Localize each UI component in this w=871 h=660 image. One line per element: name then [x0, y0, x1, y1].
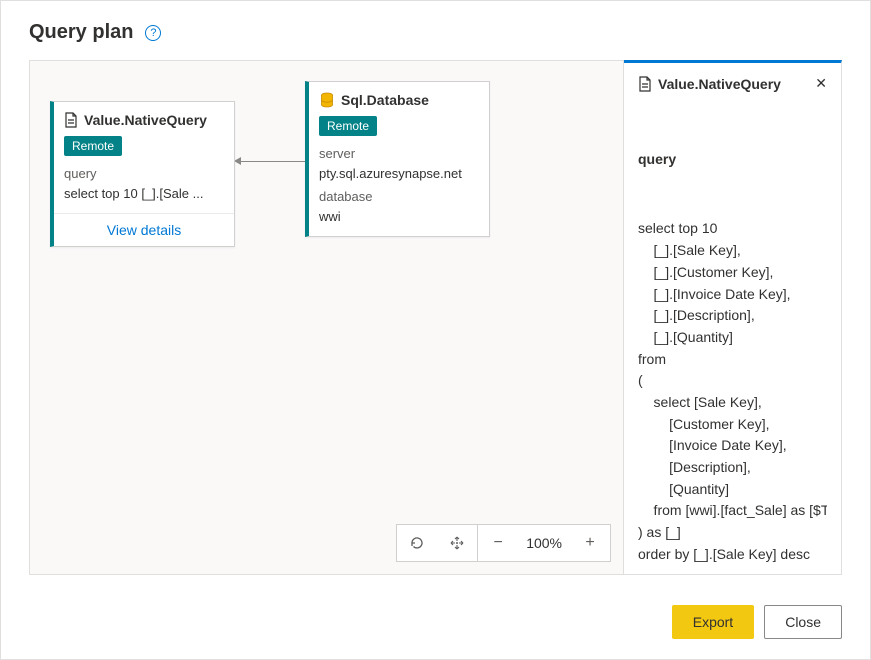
- connector-line: [240, 161, 306, 162]
- dialog-footer: Export Close: [1, 591, 870, 659]
- details-body: query select top 10 [_].[Sale Key], [_].…: [638, 106, 827, 562]
- param-label: query: [64, 164, 224, 184]
- node-title: Value.NativeQuery: [84, 112, 207, 128]
- plan-node-sql-database[interactable]: Sql.Database Remote server pty.sql.azure…: [305, 81, 490, 237]
- node-body: query select top 10 [_].[Sale ...: [54, 164, 234, 213]
- document-icon: [638, 76, 652, 92]
- reset-view-button[interactable]: [397, 525, 437, 561]
- param-value: select top 10 [_].[Sale ...: [64, 184, 224, 204]
- plan-canvas[interactable]: Value.NativeQuery Remote query select to…: [29, 60, 624, 575]
- param-value: pty.sql.azuresynapse.net: [319, 164, 479, 184]
- zoom-out-button[interactable]: −: [478, 525, 518, 561]
- details-title: Value.NativeQuery: [658, 76, 781, 92]
- connector-arrow-icon: [234, 157, 241, 165]
- node-header: Value.NativeQuery: [54, 102, 234, 134]
- node-header: Sql.Database: [309, 82, 489, 114]
- close-details-button[interactable]: ✕: [815, 75, 827, 92]
- details-panel: Value.NativeQuery ✕ query select top 10 …: [624, 60, 842, 575]
- zoom-value: 100%: [518, 525, 570, 561]
- node-body: server pty.sql.azuresynapse.net database…: [309, 144, 489, 236]
- node-title: Sql.Database: [341, 92, 429, 108]
- zoom-controls: − 100% +: [396, 524, 611, 562]
- param-label: server: [319, 144, 479, 164]
- help-icon[interactable]: ?: [145, 25, 161, 41]
- remote-badge: Remote: [64, 136, 122, 156]
- param-label: database: [319, 187, 479, 207]
- dialog-header: Query plan ?: [1, 1, 870, 60]
- dialog-title: Query plan: [29, 21, 133, 44]
- details-title-row: Value.NativeQuery: [638, 76, 781, 92]
- param-value: wwi: [319, 207, 479, 227]
- fit-view-button[interactable]: [437, 525, 477, 561]
- database-icon: [319, 92, 335, 108]
- details-section-label: query: [638, 149, 827, 171]
- details-query-text: select top 10 [_].[Sale Key], [_].[Custo…: [638, 218, 827, 562]
- query-plan-dialog: Query plan ? Value.NativeQuery Remote qu…: [0, 0, 871, 660]
- plan-node-native-query[interactable]: Value.NativeQuery Remote query select to…: [50, 101, 235, 247]
- document-icon: [64, 112, 78, 128]
- remote-badge: Remote: [319, 116, 377, 136]
- close-button[interactable]: Close: [764, 605, 842, 639]
- zoom-in-button[interactable]: +: [570, 525, 610, 561]
- export-button[interactable]: Export: [672, 605, 754, 639]
- details-header: Value.NativeQuery ✕: [638, 75, 827, 92]
- content-area: Value.NativeQuery Remote query select to…: [1, 60, 870, 591]
- view-details-link[interactable]: View details: [54, 213, 234, 246]
